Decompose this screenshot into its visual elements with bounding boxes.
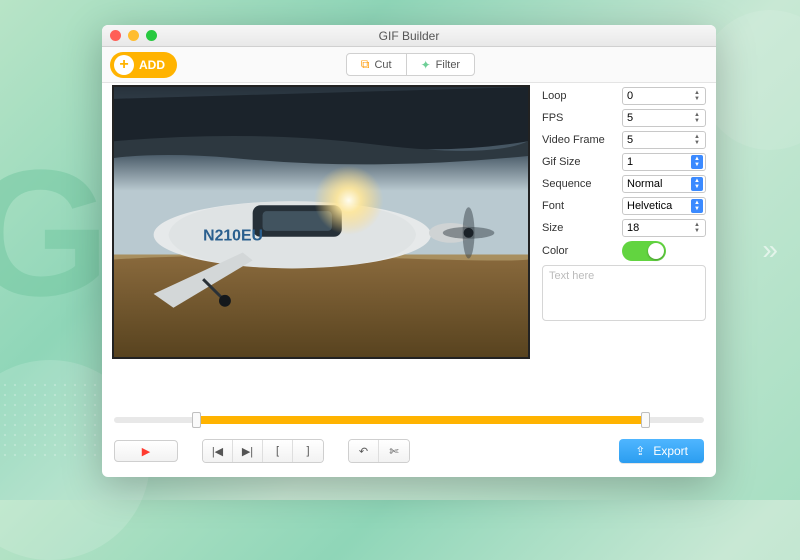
loop-stepper[interactable]: 0 ▲▼ — [622, 87, 706, 105]
timeline[interactable] — [114, 413, 704, 427]
font-label: Font — [542, 200, 616, 212]
minimize-window-button[interactable] — [128, 30, 139, 41]
font-select[interactable]: Helvetica ▲▼ — [622, 197, 706, 215]
tool-segment: ⧉ Cut ✦ Filter — [346, 53, 475, 76]
next-frame-button[interactable]: ▶| — [233, 440, 263, 462]
titlebar: GIF Builder — [102, 25, 716, 47]
timeline-handle-right[interactable] — [641, 412, 650, 428]
settings-panel: Loop 0 ▲▼ FPS 5 ▲▼ Video Frame 5 ▲▼ — [530, 83, 716, 405]
chevron-updown-icon: ▲▼ — [691, 155, 703, 169]
fps-label: FPS — [542, 112, 616, 124]
stepper-arrows-icon[interactable]: ▲▼ — [691, 89, 703, 103]
crop-icon: ⧉ — [361, 57, 370, 72]
cut-tool-button[interactable]: ⧉ Cut — [347, 54, 407, 75]
size-stepper[interactable]: 18 ▲▼ — [622, 219, 706, 237]
next-icon: ▶| — [242, 445, 253, 458]
preview-viewport[interactable]: N210EU — [112, 85, 530, 359]
export-icon: ⇪ — [635, 444, 645, 458]
color-toggle[interactable] — [622, 241, 666, 261]
play-icon: ▶ — [142, 445, 150, 458]
play-button[interactable]: ▶ — [114, 440, 178, 462]
wand-icon: ✦ — [421, 58, 431, 72]
prev-frame-button[interactable]: |◀ — [203, 440, 233, 462]
close-window-button[interactable] — [110, 30, 121, 41]
caption-textarea[interactable]: Text here — [542, 265, 706, 321]
scissors-icon: ✄ — [389, 445, 398, 458]
add-button[interactable]: + ADD — [110, 52, 177, 78]
stepper-arrows-icon[interactable]: ▲▼ — [691, 133, 703, 147]
timeline-range — [197, 416, 645, 424]
sequence-label: Sequence — [542, 178, 616, 190]
undo-icon: ↶ — [359, 445, 368, 458]
color-label: Color — [542, 245, 616, 257]
footer: ▶ |◀ ▶| [ ] ↶ ✄ ⇪ Export — [102, 405, 716, 477]
videoframe-label: Video Frame — [542, 134, 616, 146]
export-button[interactable]: ⇪ Export — [619, 439, 704, 463]
prev-icon: |◀ — [212, 445, 223, 458]
filter-tool-button[interactable]: ✦ Filter — [407, 54, 475, 75]
mark-out-icon: ] — [306, 445, 309, 457]
app-window: GIF Builder + ADD ⧉ Cut ✦ Filter — [102, 25, 716, 477]
undo-button[interactable]: ↶ — [349, 440, 379, 462]
loop-label: Loop — [542, 90, 616, 102]
stepper-arrows-icon[interactable]: ▲▼ — [691, 221, 703, 235]
stepper-arrows-icon[interactable]: ▲▼ — [691, 111, 703, 125]
export-label: Export — [653, 444, 688, 458]
gifsize-select[interactable]: 1 ▲▼ — [622, 153, 706, 171]
add-button-label: ADD — [139, 58, 165, 72]
chevron-updown-icon: ▲▼ — [691, 199, 703, 213]
aircraft-reg-text: N210EU — [203, 228, 263, 245]
carousel-next-icon[interactable]: » — [762, 234, 778, 266]
mark-in-icon: [ — [276, 445, 279, 457]
zoom-window-button[interactable] — [146, 30, 157, 41]
fps-stepper[interactable]: 5 ▲▼ — [622, 109, 706, 127]
cut-button[interactable]: ✄ — [379, 440, 409, 462]
mark-in-button[interactable]: [ — [263, 440, 293, 462]
gifsize-label: Gif Size — [542, 156, 616, 168]
timeline-handle-left[interactable] — [192, 412, 201, 428]
videoframe-stepper[interactable]: 5 ▲▼ — [622, 131, 706, 149]
size-label: Size — [542, 222, 616, 234]
toolbar: + ADD ⧉ Cut ✦ Filter — [102, 47, 716, 83]
sequence-select[interactable]: Normal ▲▼ — [622, 175, 706, 193]
chevron-updown-icon: ▲▼ — [691, 177, 703, 191]
mark-out-button[interactable]: ] — [293, 440, 323, 462]
plus-icon: + — [114, 55, 134, 75]
window-title: GIF Builder — [102, 29, 716, 43]
